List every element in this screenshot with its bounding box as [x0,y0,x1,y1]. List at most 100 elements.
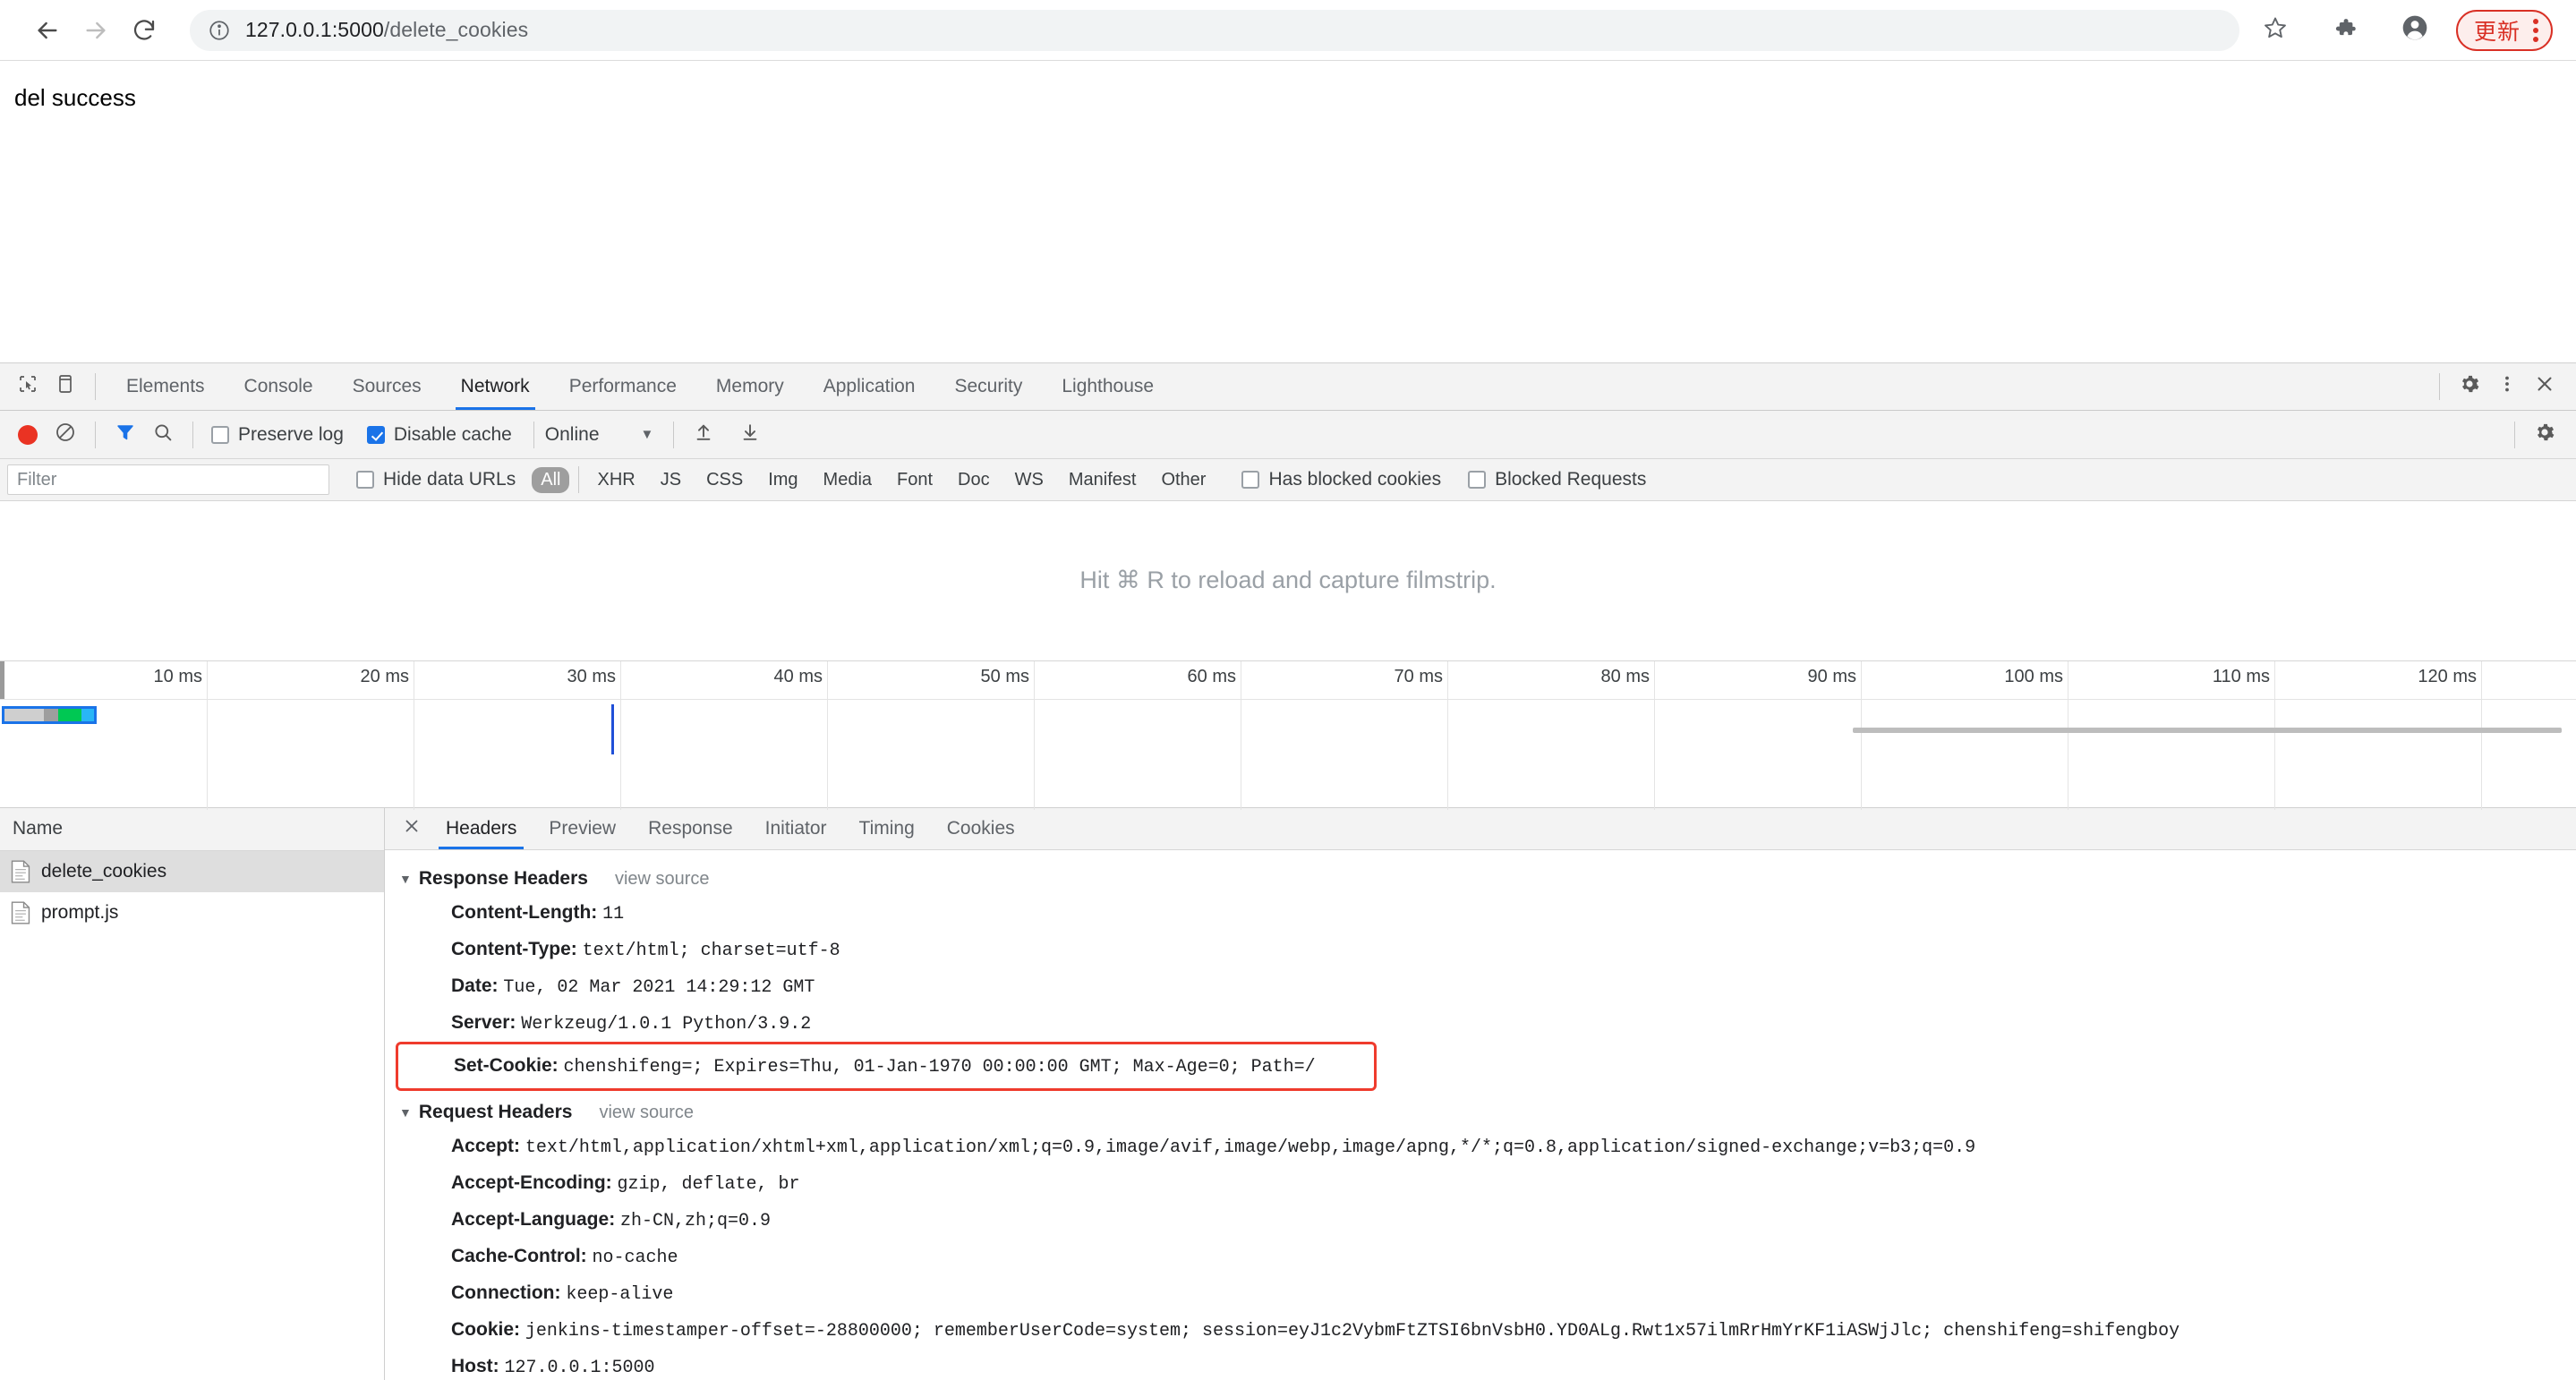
type-filter-doc[interactable]: Doc [949,467,999,493]
export-har-button[interactable] [731,416,769,454]
type-filter-media[interactable]: Media [815,467,881,493]
devtools-more-button[interactable] [2488,368,2526,405]
toolbar-divider [533,421,534,448]
type-filter-js[interactable]: JS [652,467,690,493]
throttling-select[interactable]: Online ▼ [545,424,654,446]
type-filter-css[interactable]: CSS [697,467,752,493]
network-settings-button[interactable] [2526,416,2563,454]
header-row: Cookie: jenkins-timestamper-offset=-2880… [385,1312,2576,1349]
request-detail-panel: Headers Preview Response Initiator Timin… [385,807,2576,1380]
filter-toggle-button[interactable] [107,416,144,454]
view-source-link[interactable]: view source [599,1103,694,1123]
headers-pane: ▼ Response Headers view source Content-L… [385,850,2576,1380]
tab-label: Timing [858,818,915,839]
download-arrow-icon [740,422,760,447]
search-icon [152,422,174,448]
tab-sources[interactable]: Sources [333,363,441,410]
device-toolbar-icon [55,373,76,400]
reload-button[interactable] [120,6,168,55]
waterfall-segment-queue [4,708,44,721]
overview-event-marker [611,703,614,754]
detail-close-button[interactable] [394,808,430,850]
blocked-requests-label: Blocked Requests [1495,469,1647,490]
extensions-button[interactable] [2322,7,2368,54]
page-info-icon[interactable] [208,19,231,42]
hide-data-urls-checkbox[interactable]: Hide data URLs [356,469,516,490]
tab-lighthouse[interactable]: Lighthouse [1042,363,1173,410]
devtools-settings-button[interactable] [2451,368,2488,405]
ruler-tick: 120 ms [2418,660,2482,810]
search-button[interactable] [144,416,182,454]
header-key: Accept-Encoding: [451,1172,618,1194]
header-row: Date: Tue, 02 Mar 2021 14:29:12 GMT [385,968,2576,1005]
tab-label: Memory [715,376,784,397]
devtools-tabbar: Elements Console Sources Network Perform… [0,363,2576,412]
toolbar-divider [95,373,96,401]
disable-cache-checkbox[interactable]: Disable cache [366,423,512,446]
view-source-link[interactable]: view source [615,869,710,890]
preserve-log-checkbox[interactable]: Preserve log [211,424,344,446]
tab-memory[interactable]: Memory [696,363,804,410]
tab-elements[interactable]: Elements [107,363,225,410]
detail-tab-initiator[interactable]: Initiator [749,808,843,850]
chevron-down-icon: ▼ [399,872,412,887]
tab-label: Network [460,376,530,397]
request-name: prompt.js [41,901,119,923]
type-filter-xhr[interactable]: XHR [588,467,644,493]
address-bar[interactable]: 127.0.0.1:5000/delete_cookies [190,9,2239,51]
import-har-button[interactable] [685,416,722,454]
checkbox-box [1468,471,1487,490]
toolbar-divider [673,421,675,448]
tab-label: Security [954,376,1023,397]
disable-cache-label: Disable cache [393,423,512,445]
funnel-filter-icon [115,422,136,448]
puzzle-piece-icon [2333,15,2358,45]
clear-button[interactable] [47,416,84,454]
inspect-element-button[interactable] [9,368,47,405]
devtools-close-button[interactable] [2526,368,2563,405]
blocked-requests-checkbox[interactable]: Blocked Requests [1468,469,1646,490]
type-filter-img[interactable]: Img [759,467,806,493]
response-headers-section-title[interactable]: ▼ Response Headers view source [385,863,2576,895]
type-filter-font[interactable]: Font [888,467,942,493]
update-button[interactable]: 更新 [2455,9,2553,51]
type-filter-manifest[interactable]: Manifest [1060,467,1146,493]
detail-tab-headers[interactable]: Headers [430,808,533,850]
request-headers-section-title[interactable]: ▼ Request Headers view source [385,1096,2576,1129]
kebab-menu-icon[interactable] [2533,18,2538,42]
type-filter-ws[interactable]: WS [1006,467,1053,493]
column-header-name: Name [13,818,64,839]
filter-placeholder: Filter [17,469,57,490]
network-toolbar: Preserve log Disable cache Online ▼ [0,411,2576,459]
has-blocked-cookies-checkbox[interactable]: Has blocked cookies [1241,469,1441,490]
address-bar-url: 127.0.0.1:5000/delete_cookies [245,18,529,41]
tab-console[interactable]: Console [225,363,333,410]
table-row[interactable]: prompt.js [0,892,384,933]
forward-button[interactable] [72,6,120,55]
network-overview-timeline[interactable]: 10 ms 20 ms 30 ms 40 ms 50 ms 60 ms 70 m… [0,660,2576,810]
toolbar-divider [2514,421,2515,448]
profile-button[interactable] [2392,7,2438,54]
device-toolbar-button[interactable] [47,368,84,405]
checkbox-box [356,471,374,490]
detail-tab-response[interactable]: Response [632,808,749,850]
type-filter-other[interactable]: Other [1152,467,1215,493]
filter-input[interactable]: Filter [7,464,329,496]
tab-performance[interactable]: Performance [550,363,696,410]
detail-tab-timing[interactable]: Timing [843,808,931,850]
network-toolbar-right [2503,416,2576,454]
detail-tab-cookies[interactable]: Cookies [931,808,1031,850]
record-button[interactable] [9,416,47,454]
tab-application[interactable]: Application [804,363,935,410]
tab-network[interactable]: Network [441,363,550,411]
back-button[interactable] [23,6,72,55]
chevron-down-icon: ▼ [399,1105,412,1120]
header-key: Cookie: [451,1319,525,1341]
type-filter-all[interactable]: All [532,466,570,493]
tab-security[interactable]: Security [934,363,1042,410]
detail-tab-preview[interactable]: Preview [533,808,632,850]
ruler-tick-label: 100 ms [2004,666,2063,686]
request-list-header[interactable]: Name [0,807,384,851]
bookmark-button[interactable] [2252,7,2299,54]
table-row[interactable]: delete_cookies [0,850,384,892]
